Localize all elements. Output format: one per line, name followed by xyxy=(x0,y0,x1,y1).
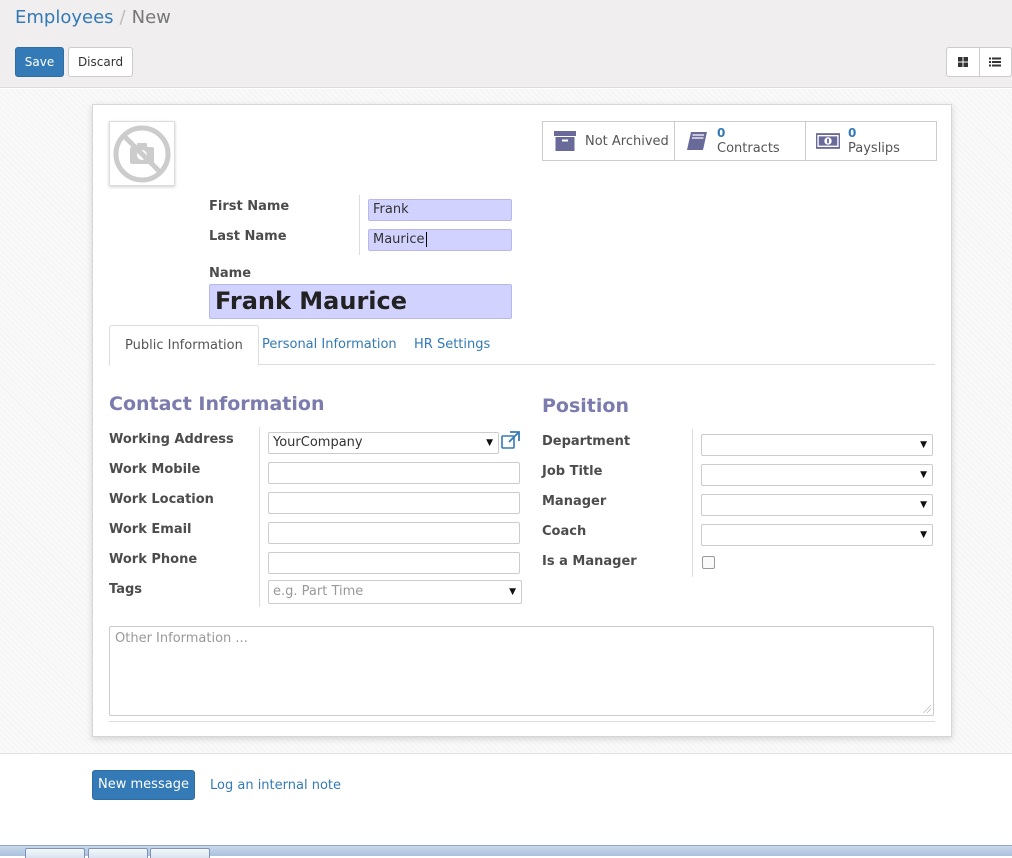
tab-hr-settings[interactable]: HR Settings xyxy=(399,325,505,365)
manager-select[interactable]: ▼ xyxy=(701,494,933,516)
form-sheet: Not Archived 0 Contracts 0 Payslips Firs… xyxy=(92,104,952,737)
dropdown-arrow-icon: ▼ xyxy=(920,530,927,540)
tab-personal-information[interactable]: Personal Information xyxy=(247,325,412,365)
breadcrumb-employees-link[interactable]: Employees xyxy=(15,7,114,28)
tags-placeholder: e.g. Part Time xyxy=(273,584,364,599)
employee-photo[interactable] xyxy=(109,121,175,186)
chatter: New message Log an internal note xyxy=(0,753,1012,845)
list-icon xyxy=(989,57,1002,67)
money-icon xyxy=(816,133,840,149)
kanban-icon xyxy=(957,57,968,67)
work-location-field[interactable] xyxy=(268,492,520,514)
first-name-field[interactable]: Frank xyxy=(368,199,512,221)
is-manager-label: Is a Manager xyxy=(542,554,637,569)
external-link-icon[interactable] xyxy=(501,431,520,450)
manager-label: Manager xyxy=(542,494,607,509)
contracts-count: 0 xyxy=(717,126,726,140)
job-title-select[interactable]: ▼ xyxy=(701,464,933,486)
tags-select[interactable]: e.g. Part Time ▼ xyxy=(268,580,522,604)
last-name-label: Last Name xyxy=(209,229,287,244)
contracts-label: Contracts xyxy=(717,141,780,156)
taskbar-button[interactable] xyxy=(25,848,85,858)
working-address-select[interactable]: YourCompany ▼ xyxy=(268,432,499,454)
work-phone-field[interactable] xyxy=(268,552,520,574)
work-phone-label: Work Phone xyxy=(109,552,198,567)
divider xyxy=(359,195,360,255)
name-label: Name xyxy=(209,266,252,281)
contact-information-title: Contact Information xyxy=(109,393,325,415)
payslips-count: 0 xyxy=(848,126,857,140)
tab-public-information[interactable]: Public Information xyxy=(109,325,259,366)
discard-button[interactable]: Discard xyxy=(68,47,133,77)
coach-select[interactable]: ▼ xyxy=(701,524,933,546)
other-information-placeholder: Other Information ... xyxy=(115,631,248,646)
payslips-button[interactable]: 0 Payslips xyxy=(805,122,936,160)
log-internal-note-link[interactable]: Log an internal note xyxy=(210,778,341,793)
divider xyxy=(259,427,260,607)
dropdown-arrow-icon: ▼ xyxy=(920,440,927,450)
breadcrumb-current: New xyxy=(131,7,171,28)
resize-handle[interactable] xyxy=(923,705,931,713)
archive-box-icon xyxy=(554,131,576,151)
work-mobile-field[interactable] xyxy=(268,462,520,484)
smart-buttons: Not Archived 0 Contracts 0 Payslips xyxy=(542,121,937,161)
book-icon xyxy=(687,132,707,150)
kanban-view-button[interactable] xyxy=(947,48,979,76)
payslips-label: Payslips xyxy=(848,141,900,156)
save-button[interactable]: Save xyxy=(15,47,64,77)
work-mobile-label: Work Mobile xyxy=(109,462,201,477)
work-email-label: Work Email xyxy=(109,522,192,537)
no-photo-icon xyxy=(113,125,171,182)
taskbar-button[interactable] xyxy=(150,848,210,858)
last-name-field[interactable]: Maurice xyxy=(368,229,512,251)
working-address-value: YourCompany xyxy=(273,435,363,450)
dropdown-arrow-icon: ▼ xyxy=(920,470,927,480)
archive-toggle-button[interactable]: Not Archived xyxy=(543,122,674,160)
work-email-field[interactable] xyxy=(268,522,520,544)
control-panel: Employees / New Save Discard xyxy=(0,0,1012,88)
coach-label: Coach xyxy=(542,524,587,539)
last-name-value: Maurice xyxy=(373,232,425,247)
position-title: Position xyxy=(542,395,629,417)
os-taskbar xyxy=(0,845,1012,858)
dropdown-arrow-icon: ▼ xyxy=(486,438,493,448)
divider xyxy=(692,429,693,577)
dropdown-arrow-icon: ▼ xyxy=(509,587,516,597)
new-message-button[interactable]: New message xyxy=(92,770,195,800)
work-location-label: Work Location xyxy=(109,492,214,507)
text-cursor xyxy=(425,232,427,247)
other-information-textarea[interactable]: Other Information ... xyxy=(109,626,934,716)
contracts-button[interactable]: 0 Contracts xyxy=(674,122,805,160)
department-label: Department xyxy=(542,434,631,449)
dropdown-arrow-icon: ▼ xyxy=(920,500,927,510)
job-title-label: Job Title xyxy=(542,464,603,479)
tags-label: Tags xyxy=(109,582,143,597)
working-address-label: Working Address xyxy=(109,432,234,447)
is-manager-checkbox[interactable] xyxy=(702,556,715,569)
breadcrumb-separator: / xyxy=(119,7,126,28)
divider xyxy=(109,721,935,722)
first-name-label: First Name xyxy=(209,199,290,214)
notebook-tabs: Public Information Personal Information … xyxy=(109,325,935,366)
department-select[interactable]: ▼ xyxy=(701,434,933,456)
view-switcher xyxy=(946,47,1012,77)
taskbar-button[interactable] xyxy=(88,848,148,858)
breadcrumb: Employees / New xyxy=(15,7,171,28)
list-view-button[interactable] xyxy=(978,48,1011,76)
archive-status-label: Not Archived xyxy=(585,133,669,149)
full-name-field[interactable]: Frank Maurice xyxy=(209,284,512,319)
